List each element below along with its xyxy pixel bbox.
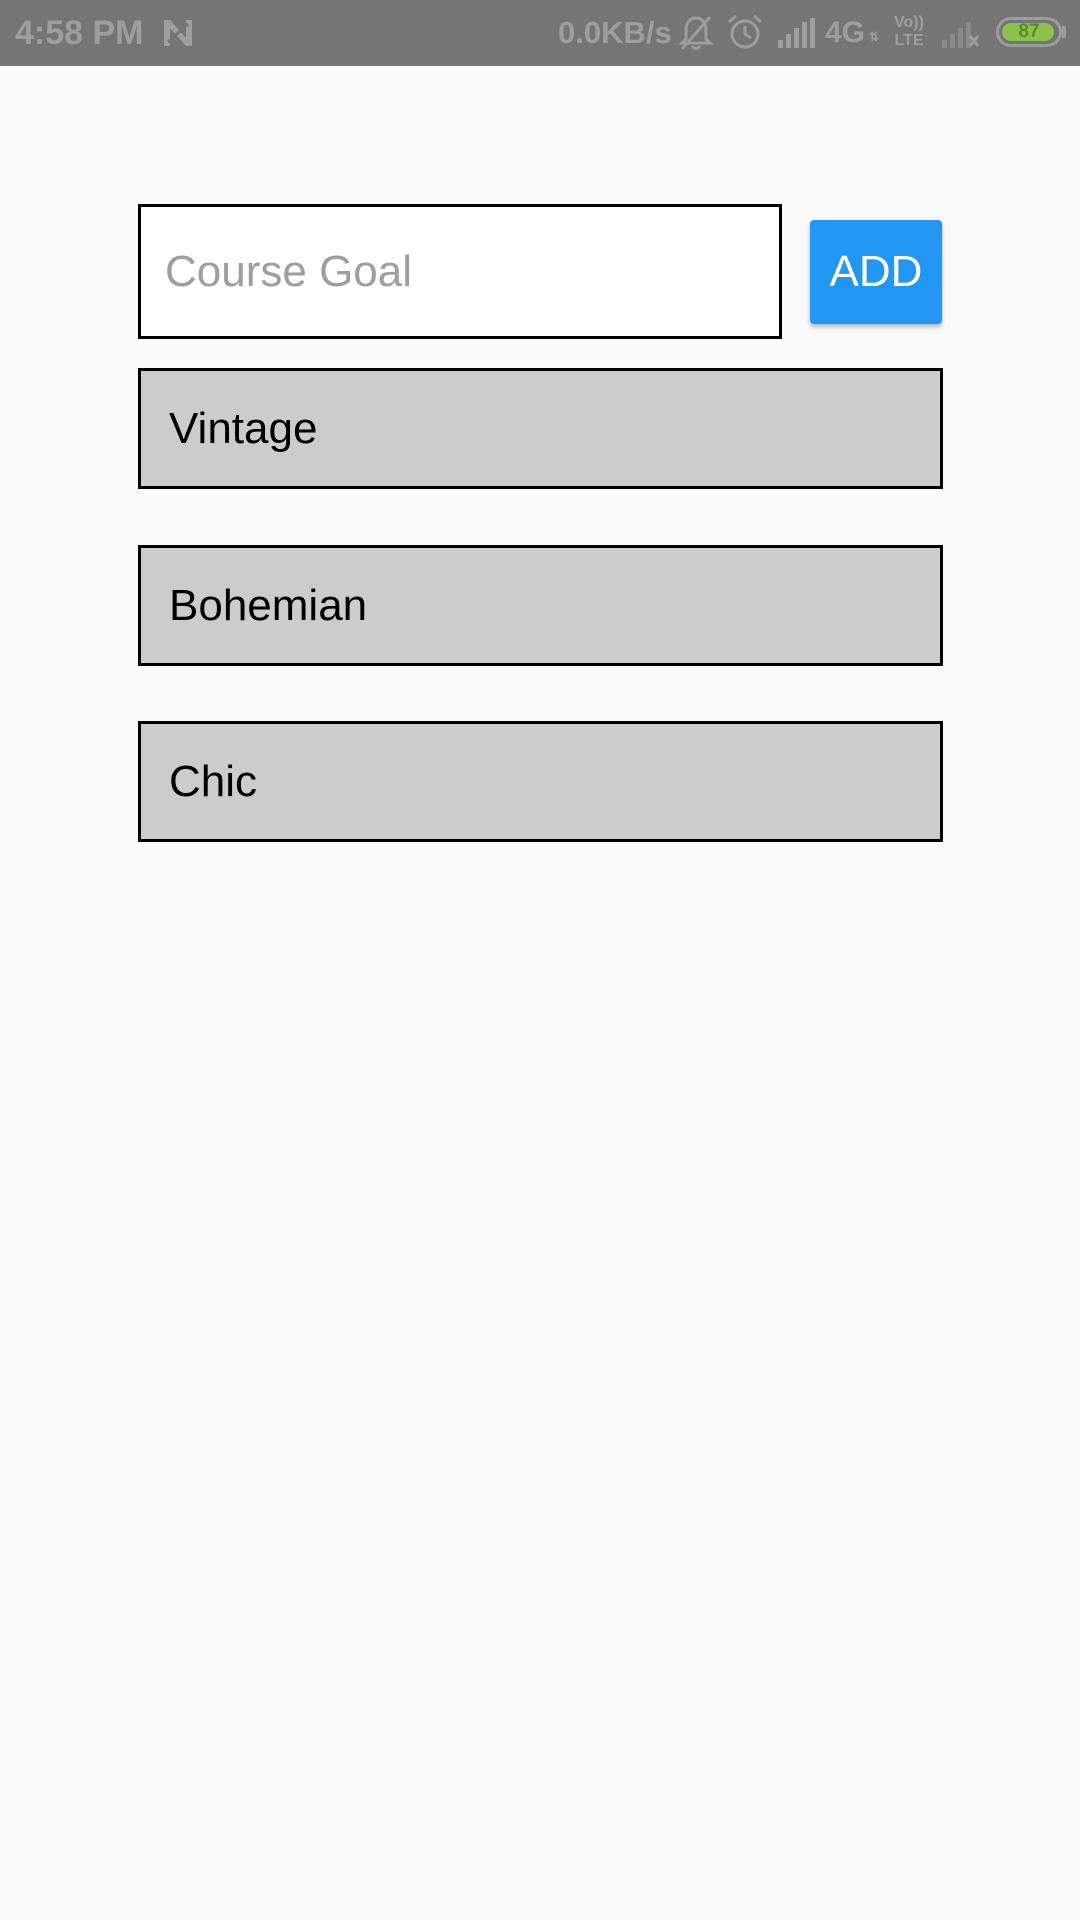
volte-line-2: LTE	[894, 32, 924, 49]
course-goal-input[interactable]	[138, 204, 782, 339]
goal-list-item[interactable]: Chic	[138, 721, 943, 842]
network-type: 4G	[825, 16, 866, 49]
network-speed: 0.0KB/s	[558, 15, 672, 50]
volte-line-1: Vo))	[894, 14, 924, 31]
battery-tip	[1062, 26, 1066, 38]
goal-list-item[interactable]: Vintage	[138, 368, 943, 489]
signal-strength-icon	[778, 18, 815, 48]
goal-list-item[interactable]: Bohemian	[138, 545, 943, 666]
bell-muted-icon	[678, 16, 714, 50]
status-bar: 4:58 PM 0.0KB/s 4G ⇅ Vo)) LTE 87	[0, 0, 1080, 66]
signal-weak-icon	[942, 22, 980, 48]
volte-icon: Vo)) LTE	[889, 14, 929, 50]
battery-icon: 87	[996, 17, 1062, 47]
alarm-icon	[728, 14, 762, 49]
add-button[interactable]: ADD	[810, 220, 942, 324]
network-activity-arrows: ⇅	[869, 30, 880, 44]
n-notification-icon	[164, 20, 192, 46]
status-time: 4:58 PM	[15, 14, 144, 52]
battery-level: 87	[1018, 21, 1040, 42]
